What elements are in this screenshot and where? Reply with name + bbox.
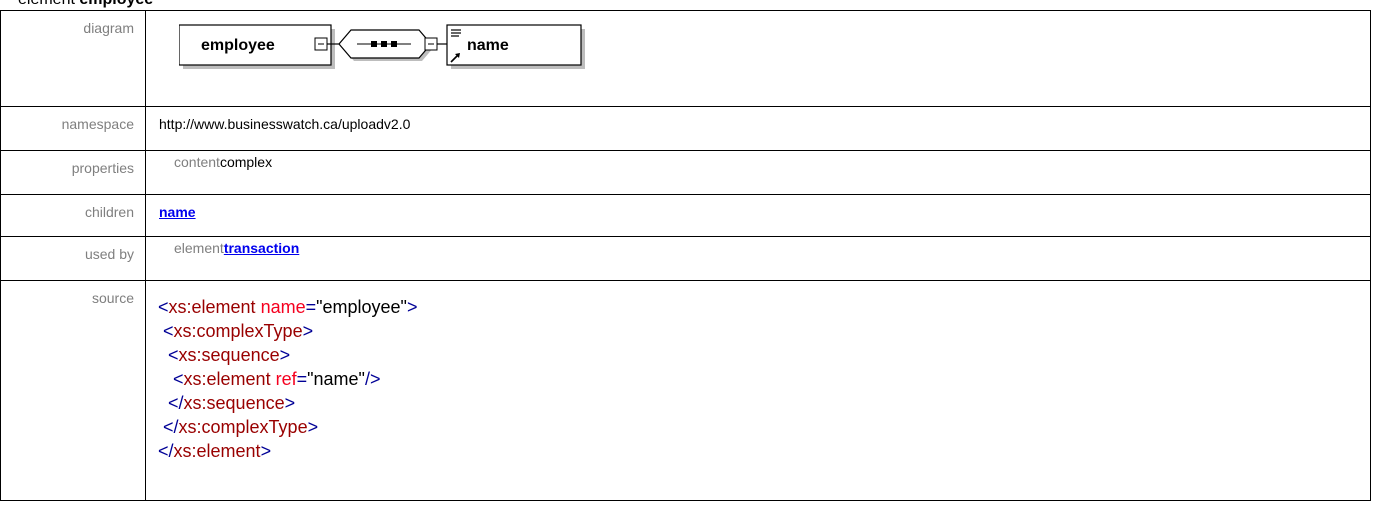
- property-key: content: [174, 154, 220, 170]
- source-tag: xs:complexType: [178, 417, 308, 437]
- source-eq: =: [296, 369, 308, 389]
- used-by-key: element: [174, 240, 224, 256]
- source-open: </: [168, 393, 184, 413]
- element-box-text: employee: [201, 37, 275, 54]
- source-open: <: [173, 369, 184, 389]
- source-attr: name: [260, 297, 306, 317]
- source-attr: ref: [275, 369, 297, 389]
- used-by-link-transaction[interactable]: transaction: [224, 240, 299, 256]
- source-open: </: [158, 441, 174, 461]
- source-open: <: [158, 297, 169, 317]
- source-tag: xs:sequence: [178, 345, 280, 365]
- source-tag: xs:element: [183, 369, 271, 389]
- source-close: >: [307, 417, 319, 437]
- used-by-row: used by element transaction: [0, 236, 1371, 281]
- used-by-label: used by: [0, 236, 146, 281]
- used-by-link-cell: transaction: [224, 240, 299, 274]
- sequence-dot-2: [381, 41, 387, 47]
- source-cell: <xs:element name="employee"> <xs:complex…: [145, 280, 1371, 501]
- diagram-cell: employee name: [145, 10, 1371, 107]
- source-eq: =: [305, 297, 317, 317]
- used-by-cell: element transaction: [145, 236, 1371, 281]
- source-line: <xs:sequence>: [158, 343, 1370, 367]
- property-value: complex: [219, 154, 273, 170]
- page-title-name: employee: [79, 0, 153, 8]
- namespace-row: namespace http://www.businesswatch.ca/up…: [0, 106, 1371, 151]
- source-tag: xs:element: [168, 297, 256, 317]
- source-tag: xs:element: [173, 441, 261, 461]
- sequence-dot-1: [371, 41, 377, 47]
- page-title: element employee: [18, 0, 153, 10]
- properties-label: properties: [0, 150, 146, 195]
- children-cell: name: [145, 194, 1371, 237]
- source-close: >: [302, 321, 314, 341]
- source-val: "employee": [316, 297, 407, 317]
- source-indent: [158, 393, 168, 413]
- source-line: </xs:sequence>: [158, 391, 1370, 415]
- source-line: </xs:complexType>: [158, 415, 1370, 439]
- children-row: children name: [0, 194, 1371, 237]
- source-tag: xs:sequence: [183, 393, 285, 413]
- used-by-table: element transaction: [174, 240, 299, 274]
- source-close: />: [364, 369, 381, 389]
- properties-row: properties content complex: [0, 150, 1371, 195]
- children-label: children: [0, 194, 146, 237]
- source-close: >: [284, 393, 296, 413]
- child-link-name[interactable]: name: [159, 204, 196, 220]
- source-line: <xs:element ref="name"/>: [158, 367, 1370, 391]
- sequence-dot-3: [391, 41, 397, 47]
- element-doc-table: diagram employee name namespace http://w…: [0, 10, 1371, 501]
- source-line: <xs:element name="employee">: [158, 295, 1370, 319]
- namespace-label: namespace: [0, 106, 146, 151]
- source-code: <xs:element name="employee"> <xs:complex…: [158, 295, 1370, 463]
- namespace-value: http://www.businesswatch.ca/uploadv2.0: [145, 106, 1371, 151]
- properties-cell: content complex: [145, 150, 1371, 195]
- source-label: source: [0, 280, 146, 501]
- source-open: <: [168, 345, 179, 365]
- properties-table: content complex: [174, 154, 272, 188]
- source-row: source <xs:element name="employee"> <xs:…: [0, 280, 1371, 501]
- source-close: >: [279, 345, 291, 365]
- source-line: <xs:complexType>: [158, 319, 1370, 343]
- source-indent: [158, 369, 173, 389]
- source-open: </: [163, 417, 179, 437]
- source-line: </xs:element>: [158, 439, 1370, 463]
- source-close: >: [260, 441, 272, 461]
- schema-diagram: employee name: [179, 24, 585, 69]
- source-val: "name": [307, 369, 365, 389]
- diagram-row: diagram employee name: [0, 10, 1371, 107]
- page-title-prefix: element: [18, 0, 75, 8]
- source-open: <: [163, 321, 174, 341]
- source-indent: [158, 345, 168, 365]
- source-close: >: [406, 297, 418, 317]
- source-tag: xs:complexType: [173, 321, 303, 341]
- diagram-label: diagram: [0, 10, 146, 107]
- child-box-text: name: [467, 37, 509, 54]
